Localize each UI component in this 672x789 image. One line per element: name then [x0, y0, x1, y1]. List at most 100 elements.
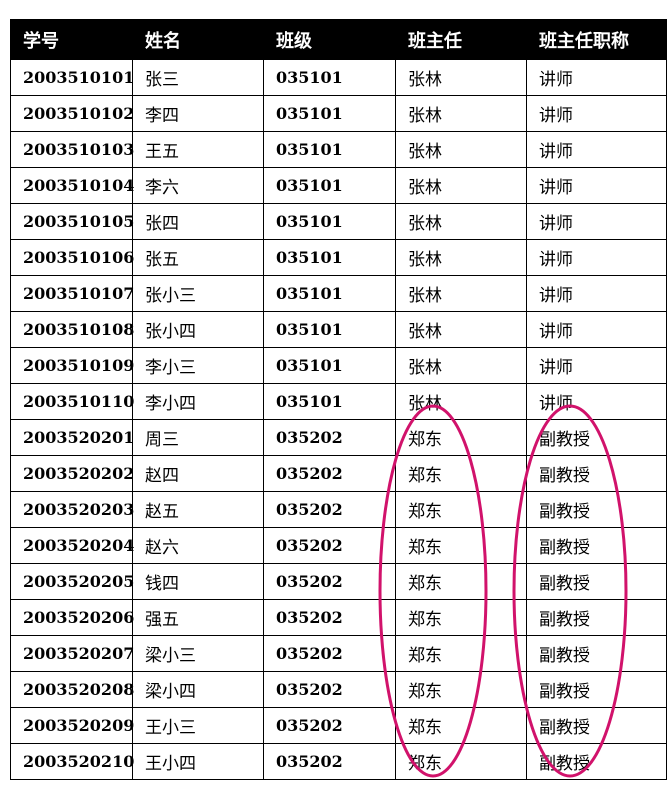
- cell-class: 035101: [263, 203, 396, 240]
- cell-student-id: 2003520209: [10, 707, 134, 744]
- table-row: 2003510103 王五 035101 张林 讲师: [10, 131, 667, 168]
- header-teacher-title: 班主任职称: [526, 19, 667, 60]
- cell-head-teacher: 张林: [395, 131, 527, 168]
- cell-head-teacher: 郑东: [395, 743, 527, 780]
- cell-teacher-title: 讲师: [526, 167, 667, 204]
- cell-head-teacher: 郑东: [395, 671, 527, 708]
- cell-student-id: 2003510110: [10, 383, 134, 420]
- cell-teacher-title: 副教授: [526, 599, 667, 636]
- cell-teacher-title: 讲师: [526, 347, 667, 384]
- cell-name: 张三: [132, 59, 264, 96]
- cell-class: 035202: [263, 527, 396, 564]
- table-row: 2003520209 王小三 035202 郑东 副教授: [10, 707, 667, 744]
- table-row: 2003510107 张小三 035101 张林 讲师: [10, 275, 667, 312]
- cell-class: 035101: [263, 347, 396, 384]
- cell-student-id: 2003510105: [10, 203, 134, 240]
- cell-head-teacher: 郑东: [395, 419, 527, 456]
- cell-teacher-title: 讲师: [526, 59, 667, 96]
- cell-name: 张四: [132, 203, 264, 240]
- cell-teacher-title: 副教授: [526, 527, 667, 564]
- cell-student-id: 2003510102: [10, 95, 134, 132]
- cell-class: 035101: [263, 131, 396, 168]
- cell-name: 张小四: [132, 311, 264, 348]
- cell-class: 035101: [263, 167, 396, 204]
- cell-class: 035202: [263, 743, 396, 780]
- cell-class: 035101: [263, 95, 396, 132]
- cell-head-teacher: 郑东: [395, 563, 527, 600]
- table-row: 2003520205 钱四 035202 郑东 副教授: [10, 563, 667, 600]
- table-row: 2003520201 周三 035202 郑东 副教授: [10, 419, 667, 456]
- cell-head-teacher: 张林: [395, 383, 527, 420]
- cell-class: 035202: [263, 599, 396, 636]
- cell-student-id: 2003520203: [10, 491, 134, 528]
- student-table: 学号 姓名 班级 班主任 班主任职称 2003510101 张三 035101 张林讲…: [10, 19, 667, 780]
- table-row: 2003510104 李六 035101 张林 讲师: [10, 167, 667, 204]
- cell-teacher-title: 讲师: [526, 239, 667, 276]
- table-row: 2003520208 梁小四 035202 郑东 副教授: [10, 671, 667, 708]
- student-table-container: 学号 姓名 班级 班主任 班主任职称 2003510101 张三 035101 张林讲…: [10, 19, 667, 780]
- cell-name: 梁小三: [132, 635, 264, 672]
- header-name: 姓名: [132, 19, 264, 60]
- cell-student-id: 2003510103: [10, 131, 134, 168]
- cell-student-id: 2003510107: [10, 275, 134, 312]
- table-row: 2003510110 李小四 035101 张林 讲师: [10, 383, 667, 420]
- cell-head-teacher: 张林: [395, 59, 527, 96]
- cell-name: 赵五: [132, 491, 264, 528]
- cell-class: 035202: [263, 671, 396, 708]
- cell-class: 035202: [263, 419, 396, 456]
- cell-teacher-title: 副教授: [526, 419, 667, 456]
- cell-class: 035101: [263, 383, 396, 420]
- cell-teacher-title: 讲师: [526, 95, 667, 132]
- cell-name: 张五: [132, 239, 264, 276]
- cell-class: 035202: [263, 563, 396, 600]
- cell-teacher-title: 讲师: [526, 203, 667, 240]
- table-header-row: 学号 姓名 班级 班主任 班主任职称: [10, 19, 667, 60]
- cell-class: 035202: [263, 707, 396, 744]
- table-row: 2003510102 李四 035101 张林 讲师: [10, 95, 667, 132]
- cell-class: 035202: [263, 491, 396, 528]
- cell-teacher-title: 副教授: [526, 491, 667, 528]
- cell-student-id: 2003510104: [10, 167, 134, 204]
- cell-name: 李六: [132, 167, 264, 204]
- cell-teacher-title: 副教授: [526, 707, 667, 744]
- table-row: 2003520210 王小四 035202 郑东 副教授: [10, 743, 667, 780]
- cell-teacher-title: 副教授: [526, 635, 667, 672]
- cell-student-id: 2003510109: [10, 347, 134, 384]
- cell-teacher-title: 讲师: [526, 275, 667, 312]
- table-row: 2003520202 赵四 035202 郑东 副教授: [10, 455, 667, 492]
- cell-name: 李四: [132, 95, 264, 132]
- cell-name: 钱四: [132, 563, 264, 600]
- cell-teacher-title: 讲师: [526, 131, 667, 168]
- table-row: 2003510109 李小三 035101 张林 讲师: [10, 347, 667, 384]
- cell-name: 李小四: [132, 383, 264, 420]
- cell-student-id: 2003510108: [10, 311, 134, 348]
- cell-name: 李小三: [132, 347, 264, 384]
- cell-class: 035101: [263, 239, 396, 276]
- table-row: 2003510106 张五 035101 张林 讲师: [10, 239, 667, 276]
- cell-head-teacher: 张林: [395, 239, 527, 276]
- cell-teacher-title: 讲师: [526, 311, 667, 348]
- cell-class: 035101: [263, 275, 396, 312]
- cell-name: 梁小四: [132, 671, 264, 708]
- header-student-id: 学号: [10, 19, 133, 60]
- table-row: 2003520204 赵六 035202 郑东 副教授: [10, 527, 667, 564]
- cell-student-id: 2003520207: [10, 635, 134, 672]
- header-class: 班级: [263, 19, 396, 60]
- cell-name: 王小四: [132, 743, 264, 780]
- cell-teacher-title: 副教授: [526, 563, 667, 600]
- cell-head-teacher: 张林: [395, 275, 527, 312]
- cell-head-teacher: 郑东: [395, 635, 527, 672]
- table-row: 2003520206 强五 035202 郑东 副教授: [10, 599, 667, 636]
- cell-teacher-title: 副教授: [526, 455, 667, 492]
- cell-head-teacher: 郑东: [395, 455, 527, 492]
- cell-teacher-title: 讲师: [526, 383, 667, 420]
- table-row: 2003510108 张小四 035101 张林 讲师: [10, 311, 667, 348]
- cell-name: 强五: [132, 599, 264, 636]
- cell-head-teacher: 张林: [395, 95, 527, 132]
- cell-student-id: 2003520210: [10, 743, 134, 780]
- cell-name: 赵四: [132, 455, 264, 492]
- table-row: 2003510101 张三 035101 张林 讲师: [10, 59, 667, 96]
- cell-name: 周三: [132, 419, 264, 456]
- cell-student-id: 2003520201: [10, 419, 134, 456]
- cell-class: 035202: [263, 455, 396, 492]
